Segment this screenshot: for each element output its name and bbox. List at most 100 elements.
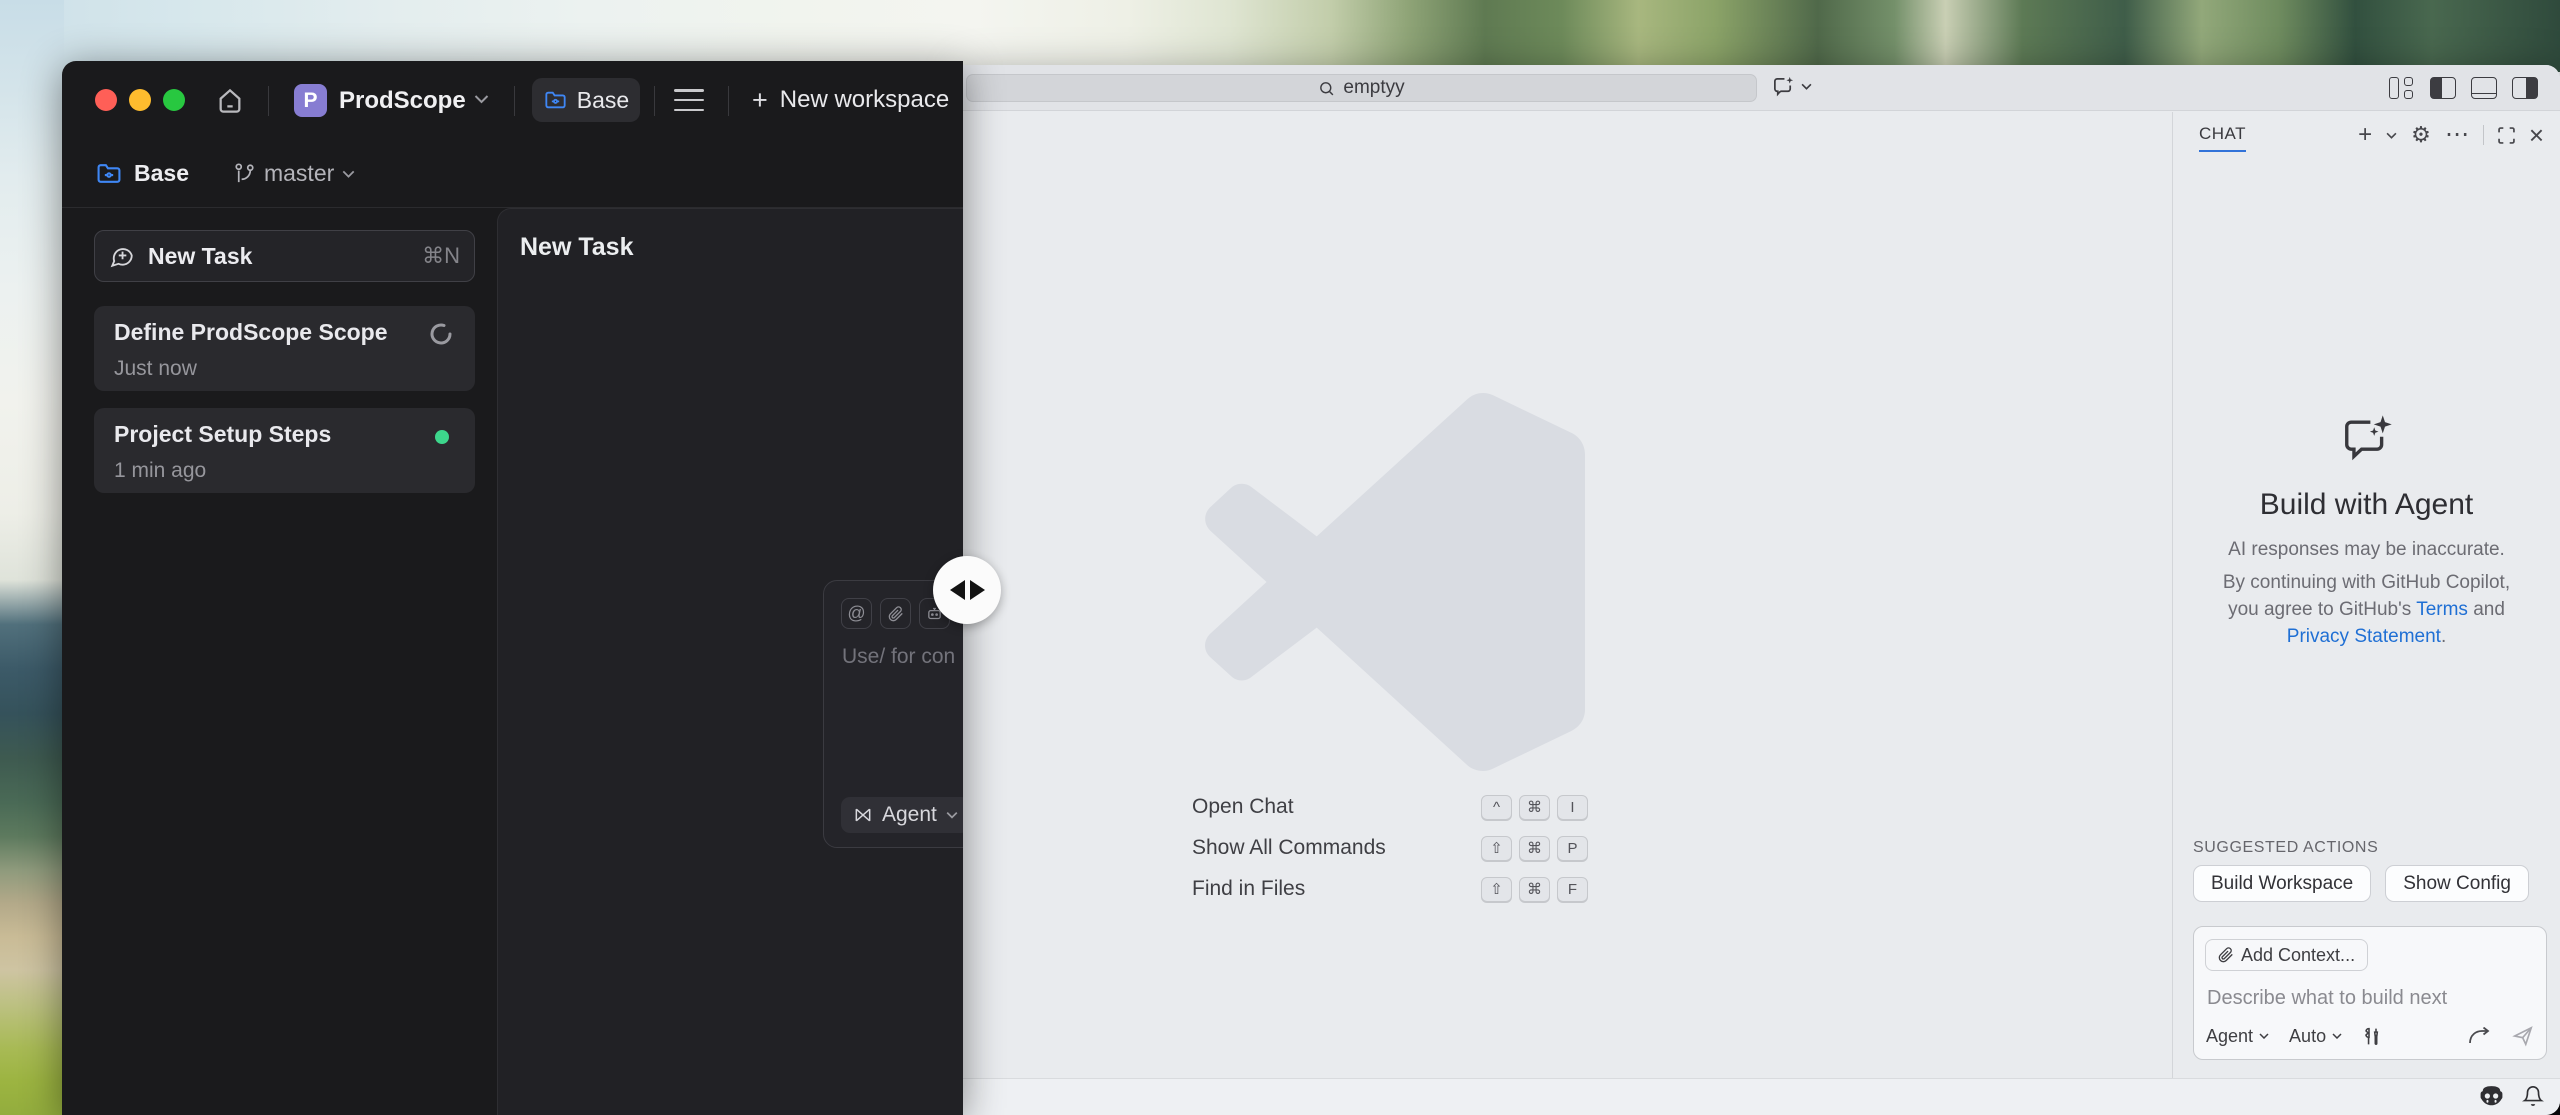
shortcut-row: Find in Files ⇧ ⌘ F xyxy=(1192,876,1588,902)
legal-middle: and xyxy=(2468,599,2505,620)
toggle-primary-sidebar-icon[interactable] xyxy=(2430,77,2456,99)
composer-toolbar: Agent Auto xyxy=(2206,1022,2534,1050)
page-title: New Task xyxy=(520,233,633,262)
watermark-shortcut-list: Open Chat ^ ⌘ I Show All Commands ⇧ ⌘ P xyxy=(1192,794,1588,917)
tools-icon[interactable] xyxy=(2362,1026,2383,1047)
privacy-link[interactable]: Privacy Statement xyxy=(2287,626,2441,647)
gear-icon[interactable]: ⚙ xyxy=(2411,122,2431,148)
app-name[interactable]: ProdScope xyxy=(339,87,466,115)
arrow-right-icon xyxy=(970,580,985,600)
window-split-handle[interactable] xyxy=(933,556,1001,624)
chevron-down-icon xyxy=(2332,1033,2342,1039)
menu-icon[interactable] xyxy=(674,89,704,111)
shortcut-keys: ⇧ ⌘ P xyxy=(1481,836,1588,861)
agent-icon xyxy=(853,805,873,825)
copilot-chat-icon xyxy=(1771,75,1796,98)
add-context-button[interactable]: Add Context... xyxy=(2205,939,2368,971)
task-time: Just now xyxy=(114,357,455,381)
vscode-window: emptyy xyxy=(963,65,2560,1115)
keycap: ⌘ xyxy=(1519,877,1550,902)
branch-selector[interactable]: master xyxy=(233,160,355,187)
toggle-secondary-sidebar-icon[interactable] xyxy=(2512,77,2538,99)
workspace-tab-label: Base xyxy=(577,87,629,114)
minimize-window-button[interactable] xyxy=(129,89,151,111)
copilot-status-icon[interactable] xyxy=(2478,1084,2505,1108)
active-status-dot xyxy=(435,430,449,444)
new-task-label: New Task xyxy=(148,243,409,270)
keycap: F xyxy=(1557,877,1588,902)
chat-panel-actions: + ⚙ ⋯ × xyxy=(2358,122,2544,148)
chat-empty-state: Build with Agent AI responses may be ina… xyxy=(2173,412,2560,650)
task-item-define-prodscope-scope[interactable]: Define ProdScope Scope Just now xyxy=(94,306,475,391)
paperclip-icon xyxy=(2218,947,2234,963)
build-workspace-button[interactable]: Build Workspace xyxy=(2193,865,2371,902)
statusbar xyxy=(963,1078,2560,1115)
mode-selector[interactable]: Agent xyxy=(2206,1026,2269,1047)
at-icon: @ xyxy=(847,603,865,624)
show-config-button[interactable]: Show Config xyxy=(2385,865,2529,902)
divider xyxy=(514,86,515,116)
arrow-left-icon xyxy=(950,580,965,600)
copilot-menu-button[interactable] xyxy=(1771,75,1812,98)
toggle-panel-icon[interactable] xyxy=(2471,77,2497,99)
more-actions-icon[interactable]: ⋯ xyxy=(2445,126,2469,144)
task-composer[interactable]: @ Use/ for con xyxy=(823,580,963,848)
terms-link[interactable]: Terms xyxy=(2416,599,2468,620)
chat-composer[interactable]: Add Context... Describe what to build ne… xyxy=(2193,926,2547,1060)
task-sidebar: New Task ⌘N Define ProdScope Scope Just … xyxy=(62,208,497,1115)
keycap: ⌘ xyxy=(1519,836,1550,861)
redo-arrow-icon[interactable] xyxy=(2468,1027,2492,1045)
close-panel-icon[interactable]: × xyxy=(2529,126,2544,144)
bell-icon[interactable] xyxy=(2522,1084,2544,1108)
chevron-down-icon[interactable] xyxy=(474,94,489,104)
task-time: 1 min ago xyxy=(114,459,455,483)
zoom-window-button[interactable] xyxy=(163,89,185,111)
folder-icon xyxy=(95,161,123,186)
shortcut-label: Find in Files xyxy=(1192,877,1305,901)
maximize-panel-icon[interactable] xyxy=(2498,127,2515,144)
attach-button[interactable] xyxy=(880,598,911,629)
legal-suffix: . xyxy=(2441,626,2446,647)
keycap: ⇧ xyxy=(1481,877,1512,902)
task-main-panel: New Task @ Use/ for con xyxy=(497,208,963,1115)
mention-button[interactable]: @ xyxy=(841,598,872,629)
add-context-label: Add Context... xyxy=(2241,945,2355,966)
new-workspace-label: New workspace xyxy=(780,86,949,114)
send-icon[interactable] xyxy=(2512,1025,2534,1047)
chevron-down-icon[interactable] xyxy=(2386,132,2397,139)
home-icon[interactable] xyxy=(214,85,246,117)
vscode-body: Open Chat ^ ⌘ I Show All Commands ⇧ ⌘ P xyxy=(963,112,2560,1078)
search-icon xyxy=(1318,80,1335,97)
agent-mode-selector[interactable]: Agent xyxy=(841,797,963,833)
composer-placeholder[interactable]: Use/ for con xyxy=(842,645,955,669)
editor-area: Open Chat ^ ⌘ I Show All Commands ⇧ ⌘ P xyxy=(963,112,2172,1078)
model-value: Auto xyxy=(2289,1026,2326,1047)
legal-text: By continuing with GitHub Copilot, you a… xyxy=(2207,569,2527,650)
divider xyxy=(728,86,729,116)
keycap: I xyxy=(1557,795,1588,820)
vscode-titlebar: emptyy xyxy=(963,65,2560,111)
divider xyxy=(268,86,269,116)
new-task-bubble-icon xyxy=(109,243,135,269)
chevron-down-icon xyxy=(1801,83,1812,90)
close-window-button[interactable] xyxy=(95,89,117,111)
shortcut-row: Show All Commands ⇧ ⌘ P xyxy=(1192,835,1588,861)
shortcut-keys: ^ ⌘ I xyxy=(1481,795,1588,820)
new-workspace-button[interactable]: + New workspace xyxy=(752,85,949,115)
workspace-tab-base[interactable]: Base xyxy=(532,78,640,122)
tab-chat[interactable]: CHAT xyxy=(2199,124,2246,144)
customize-layout-icon[interactable] xyxy=(2389,77,2415,99)
composer-placeholder[interactable]: Describe what to build next xyxy=(2207,987,2447,1010)
app-body: New Task ⌘N Define ProdScope Scope Just … xyxy=(62,208,963,1115)
new-task-shortcut: ⌘N xyxy=(422,243,460,269)
command-center-search[interactable]: emptyy xyxy=(966,74,1757,102)
chevron-down-icon xyxy=(2259,1033,2269,1039)
keycap: ⌘ xyxy=(1519,795,1550,820)
new-task-button[interactable]: New Task ⌘N xyxy=(94,230,475,282)
task-item-project-setup-steps[interactable]: Project Setup Steps 1 min ago xyxy=(94,408,475,493)
new-chat-button[interactable]: + xyxy=(2358,125,2372,145)
empty-state-title: Build with Agent xyxy=(2173,488,2560,522)
shortcut-label: Show All Commands xyxy=(1192,836,1386,860)
plus-icon: + xyxy=(752,85,768,115)
model-selector[interactable]: Auto xyxy=(2289,1026,2342,1047)
